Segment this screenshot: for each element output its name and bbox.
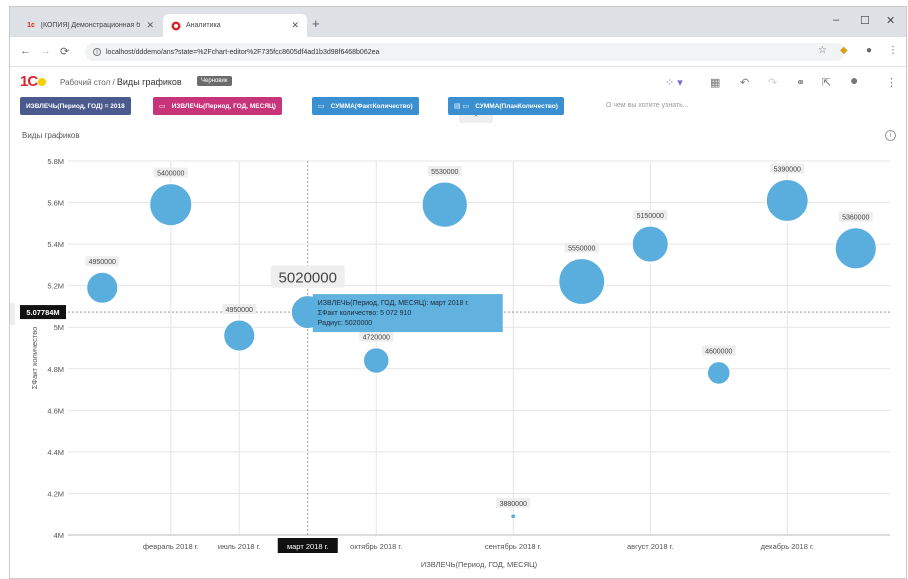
y-tick-label: 4.8M bbox=[47, 365, 64, 374]
y-tick-label: 5.6M bbox=[47, 199, 64, 208]
bubble-label: 3880000 bbox=[500, 501, 527, 508]
y-tick-label: 5.8M bbox=[47, 157, 64, 166]
bubble-point bbox=[765, 179, 809, 222]
bubble-label: 5530000 bbox=[431, 169, 458, 176]
x-tick-label: декабрь 2018 г. bbox=[761, 542, 814, 551]
bubble-point bbox=[223, 319, 256, 352]
bubble-chart: 5.8M 5.6M 5.4M 5.2M 5M 4.8M 4.6M 4.4M 4.2M 4M февр… bbox=[20, 157, 890, 569]
bubble-label: 4950000 bbox=[226, 307, 253, 314]
bubble-label: 5360000 bbox=[842, 215, 869, 222]
x-axis-title: ИЗВЛЕЧЬ(Период, ГОД, МЕСЯЦ) bbox=[421, 560, 538, 569]
hover-value-label: 5020000 bbox=[279, 270, 337, 287]
bubble-label: 5150000 bbox=[637, 213, 664, 220]
tooltip-line: Радиус: 5020000 bbox=[318, 320, 372, 327]
x-tick-label: октябрь 2018 г. bbox=[350, 542, 402, 551]
bubble-point bbox=[834, 227, 877, 270]
bubble-point bbox=[706, 361, 731, 385]
y-tick-label: 5M bbox=[54, 323, 64, 332]
y-tick-label: 4.6M bbox=[47, 406, 64, 415]
y-hover-tag: 5.07784M bbox=[26, 308, 59, 317]
bubble-label: 5400000 bbox=[157, 171, 184, 178]
x-tick-label: февраль 2018 г. bbox=[143, 542, 199, 551]
browser-window: 1с [КОПИЯ] Демонстрационная б ✕ Аналитик… bbox=[9, 6, 907, 579]
bubble-point bbox=[631, 225, 669, 263]
bubble-label: 4720000 bbox=[363, 335, 390, 342]
y-tick-label: 4M bbox=[54, 531, 64, 540]
y-tick-label: 5.2M bbox=[47, 282, 64, 291]
bubble-label: 5390000 bbox=[774, 167, 801, 174]
bubble-label: 5550000 bbox=[568, 246, 595, 253]
bubble-point bbox=[421, 181, 468, 228]
y-tick-label: 4.2M bbox=[47, 489, 64, 498]
x-tick-label: июль 2018 г. bbox=[218, 542, 261, 551]
bubble-point bbox=[86, 271, 119, 304]
bubble-label: 4600000 bbox=[705, 349, 732, 356]
x-hover-tag: март 2018 г. bbox=[287, 542, 329, 551]
bubble-point bbox=[363, 347, 390, 374]
y-tick-label: 4.4M bbox=[47, 448, 64, 457]
x-tick-label: сентябрь 2018 г. bbox=[485, 542, 542, 551]
tooltip-line: ΣФакт количество: 5 072 910 bbox=[318, 310, 412, 317]
bubble-point bbox=[510, 513, 517, 520]
tooltip-line: ИЗВЛЕЧЬ(Период, ГОД, МЕСЯЦ): март 2018 г… bbox=[318, 300, 469, 307]
y-axis-title: ΣФакт количество bbox=[30, 327, 39, 390]
bubble-label: 4950000 bbox=[89, 259, 116, 266]
bubble-point bbox=[149, 183, 193, 227]
x-tick-label: август 2018 г. bbox=[627, 542, 674, 551]
bubble-point bbox=[558, 258, 606, 305]
y-tick-label: 5.4M bbox=[47, 240, 64, 249]
